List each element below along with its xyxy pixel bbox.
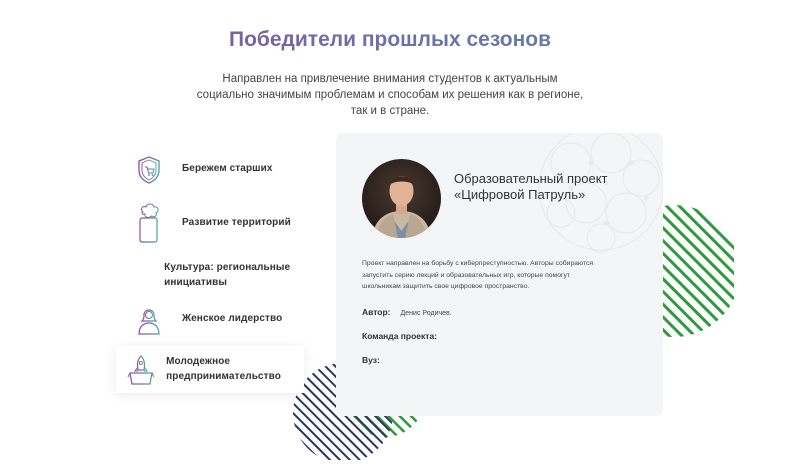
category-label: Развитие территорий [182, 217, 291, 229]
author-avatar [362, 159, 441, 238]
author-label: Автор: [362, 307, 391, 317]
university-label: Вуз: [362, 355, 380, 365]
category-label: Молодежное предпринимательство [166, 356, 281, 382]
category-item-youth-entrepreneurship[interactable]: Молодежное предпринимательство [116, 346, 304, 393]
category-label: Культура: региональные инициативы [164, 262, 291, 288]
rocket-box-icon [116, 354, 166, 386]
scroll-tree-icon [116, 202, 182, 246]
project-card: Образовательный проект «Цифровой Патруль… [336, 133, 663, 416]
project-description: Проект направлен на борьбу с киберпресту… [362, 260, 594, 290]
category-item-elderly[interactable]: Бережем старших [116, 146, 304, 193]
woman-icon [116, 304, 182, 336]
category-item-culture[interactable]: Культура: региональные инициативы [116, 252, 304, 299]
category-item-women-leadership[interactable]: Женское лидерство [116, 296, 304, 343]
category-label: Женское лидерство [182, 313, 283, 325]
team-label: Команда проекта: [362, 331, 438, 341]
shield-cart-icon [116, 155, 182, 185]
page-subtitle: Направлен на привлечение внимания студен… [196, 73, 584, 117]
category-item-territories[interactable]: Развитие территорий [116, 200, 304, 247]
author-value: Денис Родичев. [400, 310, 452, 317]
author-field: Автор: Денис Родичев. [362, 307, 452, 317]
category-label: Бережем старших [182, 163, 273, 175]
page-title: Победители прошлых сезонов [0, 28, 780, 52]
project-title: Образовательный проект «Цифровой Патруль… [454, 171, 608, 202]
